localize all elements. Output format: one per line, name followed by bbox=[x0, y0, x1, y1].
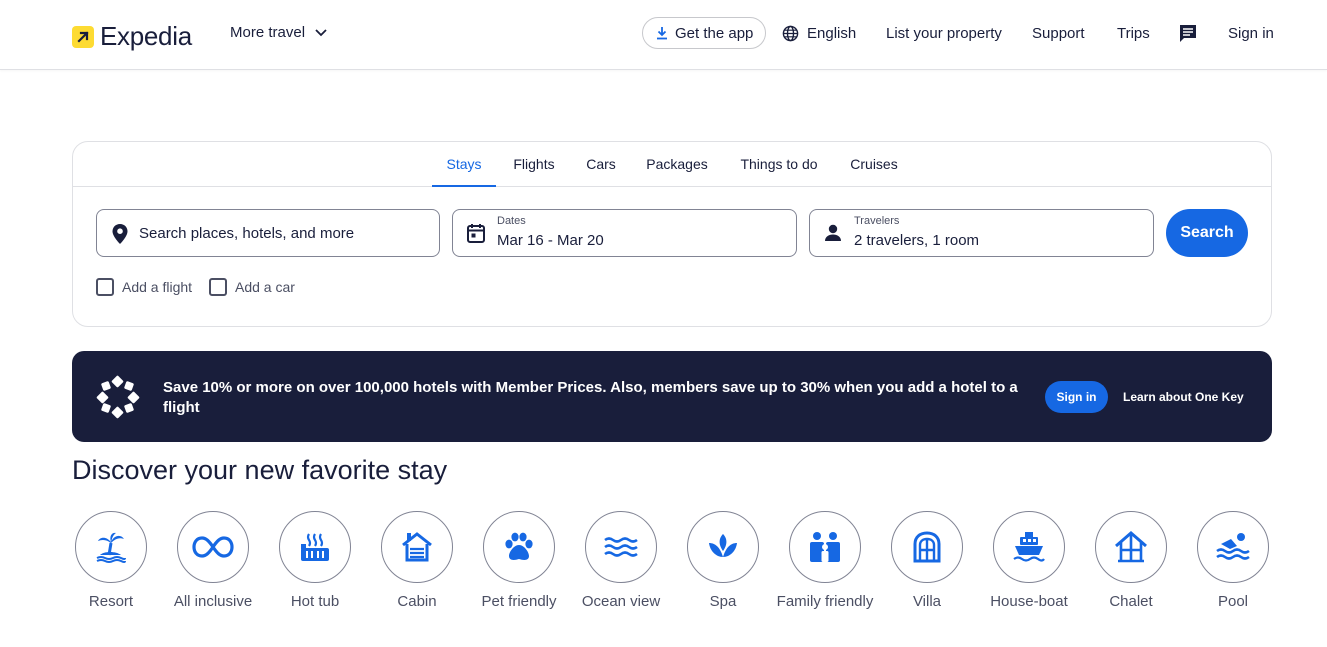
person-icon bbox=[825, 224, 841, 241]
search-button[interactable]: Search bbox=[1166, 209, 1248, 257]
more-travel-menu[interactable]: More travel bbox=[230, 24, 327, 41]
support-link[interactable]: Support bbox=[1032, 17, 1085, 49]
tab-flights[interactable]: Flights bbox=[507, 142, 561, 187]
add-car-checkbox[interactable]: Add a car bbox=[209, 278, 295, 296]
category-resort[interactable]: Resort bbox=[61, 511, 161, 612]
category-label: Family friendly bbox=[776, 593, 874, 610]
category-all-inclusive[interactable]: All inclusive bbox=[163, 511, 263, 612]
category-circle bbox=[1095, 511, 1167, 583]
chevron-down-icon bbox=[315, 28, 327, 36]
category-circle bbox=[75, 511, 147, 583]
category-label: All inclusive bbox=[173, 593, 253, 610]
waves-icon bbox=[604, 537, 638, 557]
category-circle bbox=[177, 511, 249, 583]
tab-packages[interactable]: Packages bbox=[642, 142, 712, 187]
search-card: Stays Flights Cars Packages Things to do… bbox=[72, 141, 1272, 327]
destination-placeholder: Search places, hotels, and more bbox=[139, 225, 355, 242]
category-hot-tub[interactable]: Hot tub bbox=[265, 511, 365, 612]
hot-tub-icon bbox=[301, 533, 329, 561]
travelers-label: Travelers bbox=[854, 215, 900, 227]
chat-bubble-icon bbox=[1180, 25, 1196, 42]
category-family-friendly[interactable]: Family friendly bbox=[775, 511, 875, 612]
dates-label: Dates bbox=[497, 215, 526, 227]
category-circle bbox=[381, 511, 453, 583]
category-label: Pool bbox=[1217, 593, 1249, 610]
add-flight-label: Add a flight bbox=[122, 279, 193, 295]
top-header: Expedia More travel Get the app English … bbox=[0, 0, 1327, 70]
category-spa[interactable]: Spa bbox=[673, 511, 773, 612]
travelers-value: 2 travelers, 1 room bbox=[854, 232, 980, 249]
category-circle bbox=[891, 511, 963, 583]
category-houseboat[interactable]: House-boat bbox=[979, 511, 1079, 612]
category-circle bbox=[483, 511, 555, 583]
category-circle bbox=[585, 511, 657, 583]
member-prices-banner: Save 10% or more on over 100,000 hotels … bbox=[72, 351, 1272, 442]
category-circle bbox=[993, 511, 1065, 583]
category-label: Ocean view bbox=[581, 593, 661, 610]
discover-heading: Discover your new favorite stay bbox=[72, 455, 448, 485]
tab-cars[interactable]: Cars bbox=[581, 142, 621, 187]
tab-things-to-do[interactable]: Things to do bbox=[733, 142, 825, 187]
checkbox-box bbox=[209, 278, 227, 296]
checkbox-box bbox=[96, 278, 114, 296]
dates-value: Mar 16 - Mar 20 bbox=[497, 232, 604, 249]
category-pet-friendly[interactable]: Pet friendly bbox=[469, 511, 569, 612]
tab-cruises[interactable]: Cruises bbox=[844, 142, 904, 187]
family-icon bbox=[810, 532, 840, 562]
one-key-icon bbox=[96, 375, 140, 419]
banner-sign-in-button[interactable]: Sign in bbox=[1045, 381, 1108, 413]
category-label: Chalet bbox=[1109, 593, 1153, 610]
language-label: English bbox=[807, 24, 857, 42]
category-label: Villa bbox=[912, 593, 942, 610]
tab-stays[interactable]: Stays bbox=[432, 142, 496, 187]
category-villa[interactable]: Villa bbox=[877, 511, 977, 612]
chalet-icon bbox=[1115, 531, 1147, 563]
category-label: Hot tub bbox=[290, 593, 340, 610]
villa-icon bbox=[913, 531, 941, 563]
list-property-link[interactable]: List your property bbox=[886, 17, 1002, 49]
category-circle bbox=[279, 511, 351, 583]
calendar-icon bbox=[467, 224, 485, 243]
expedia-logo[interactable]: Expedia bbox=[72, 21, 192, 52]
language-selector[interactable]: English bbox=[782, 17, 856, 49]
lotus-icon bbox=[709, 534, 737, 557]
download-icon bbox=[657, 27, 667, 40]
swimmer-icon bbox=[1216, 533, 1250, 560]
category-label: Pet friendly bbox=[481, 593, 557, 610]
get-app-button[interactable]: Get the app bbox=[642, 17, 767, 49]
dates-input[interactable]: Dates Mar 16 - Mar 20 bbox=[452, 209, 797, 257]
destination-input[interactable]: Search places, hotels, and more bbox=[96, 209, 440, 257]
houseboat-icon bbox=[1013, 532, 1045, 562]
cabin-icon bbox=[402, 532, 432, 562]
more-travel-label: More travel bbox=[230, 24, 306, 41]
search-tabs: Stays Flights Cars Packages Things to do… bbox=[73, 142, 1271, 187]
category-label: Spa bbox=[709, 593, 737, 610]
infinity-icon bbox=[192, 536, 234, 558]
category-label: Resort bbox=[88, 593, 134, 610]
paw-icon bbox=[505, 532, 533, 560]
banner-text: Save 10% or more on over 100,000 hotels … bbox=[163, 379, 1018, 416]
logo-text: Expedia bbox=[100, 21, 192, 51]
category-ocean-view[interactable]: Ocean view bbox=[571, 511, 671, 612]
messages-button[interactable] bbox=[1178, 17, 1198, 49]
category-chalet[interactable]: Chalet bbox=[1081, 511, 1181, 612]
map-pin-icon bbox=[112, 224, 128, 244]
category-cabin[interactable]: Cabin bbox=[367, 511, 467, 612]
learn-one-key-link[interactable]: Learn about One Key bbox=[1123, 390, 1244, 404]
expedia-arrow-icon bbox=[72, 25, 94, 48]
sign-in-link[interactable]: Sign in bbox=[1228, 17, 1274, 49]
add-flight-checkbox[interactable]: Add a flight bbox=[96, 278, 192, 296]
travelers-input[interactable]: Travelers 2 travelers, 1 room bbox=[809, 209, 1154, 257]
category-label: House-boat bbox=[990, 593, 1068, 610]
category-circle bbox=[1197, 511, 1269, 583]
trips-link[interactable]: Trips bbox=[1117, 17, 1150, 49]
add-car-label: Add a car bbox=[235, 279, 295, 295]
globe-icon bbox=[782, 25, 799, 41]
category-label: Cabin bbox=[397, 593, 437, 610]
category-circle bbox=[687, 511, 759, 583]
category-circle bbox=[789, 511, 861, 583]
category-pool[interactable]: Pool bbox=[1183, 511, 1283, 612]
palm-tree-icon bbox=[96, 532, 126, 563]
get-app-label: Get the app bbox=[675, 24, 754, 42]
